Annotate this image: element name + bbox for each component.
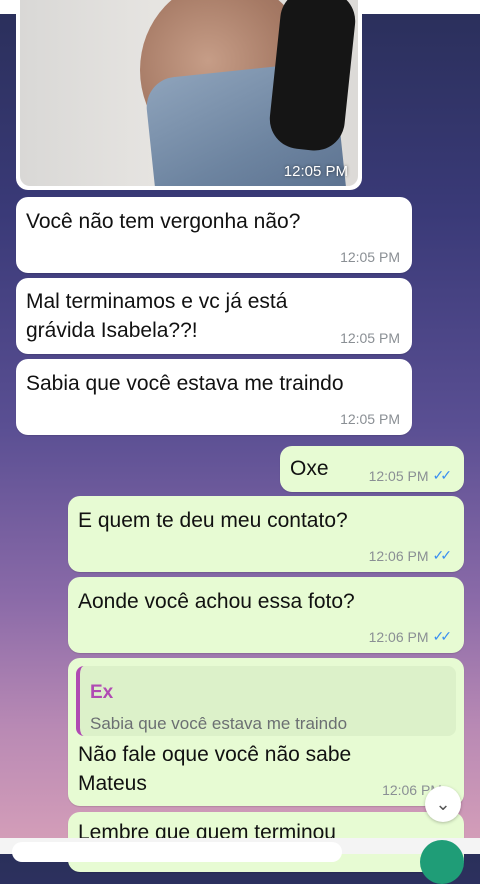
message-meta: 12:06 PM ✓✓ bbox=[368, 547, 453, 564]
message-input[interactable] bbox=[12, 842, 342, 862]
outgoing-message[interactable]: Aonde você achou essa foto? 12:06 PM ✓✓ bbox=[68, 577, 464, 653]
message-text: Oxe bbox=[290, 457, 329, 480]
double-chevron-down-icon[interactable]: ⌄ bbox=[425, 786, 461, 822]
message-line: Não fale oque você não sabe bbox=[78, 743, 352, 766]
message-time: 12:06 PM bbox=[368, 628, 429, 645]
outgoing-message[interactable]: E quem te deu meu contato? 12:06 PM ✓✓ bbox=[68, 496, 464, 572]
incoming-message[interactable]: Você não tem vergonha não? 12:05 PM bbox=[16, 197, 412, 273]
quoted-message[interactable]: Ex Sabia que você estava me traindo bbox=[76, 666, 456, 736]
incoming-photo-message[interactable]: 12:05 PM bbox=[16, 0, 362, 190]
outgoing-reply-message[interactable]: Ex Sabia que você estava me traindo Não … bbox=[68, 658, 464, 806]
message-meta: 12:06 PM ✓✓ bbox=[368, 628, 453, 645]
outgoing-message[interactable]: Oxe 12:05 PM ✓✓ bbox=[280, 446, 464, 492]
double-check-icon: ✓✓ bbox=[432, 628, 453, 644]
double-check-icon: ✓✓ bbox=[432, 547, 453, 563]
message-text: E quem te deu meu contato? bbox=[78, 509, 348, 532]
message-text: Você não tem vergonha não? bbox=[26, 210, 301, 233]
quoted-text: Sabia que você estava me traindo bbox=[90, 714, 348, 733]
message-text: Aonde você achou essa foto? bbox=[78, 590, 355, 613]
quoted-sender: Ex bbox=[90, 682, 114, 703]
message-time: 12:05 PM bbox=[340, 330, 400, 346]
incoming-message[interactable]: Sabia que você estava me traindo 12:05 P… bbox=[16, 359, 412, 435]
message-line: grávida Isabela??! bbox=[26, 319, 198, 342]
photo-sleeve bbox=[266, 0, 358, 154]
message-time: 12:05 PM bbox=[368, 467, 429, 484]
incoming-message[interactable]: Mal terminamos e vc já está grávida Isab… bbox=[16, 278, 412, 354]
message-text: Sabia que você estava me traindo bbox=[26, 372, 344, 395]
photo-attachment[interactable]: 12:05 PM bbox=[20, 0, 358, 186]
message-time: 12:05 PM bbox=[340, 249, 400, 265]
message-line: Mateus bbox=[78, 772, 147, 795]
message-text: Não fale oque você não sabe Mateus bbox=[78, 740, 351, 798]
message-time: 12:06 PM bbox=[368, 547, 429, 564]
message-meta: 12:05 PM ✓✓ bbox=[368, 467, 453, 484]
message-line: Mal terminamos e vc já está bbox=[26, 290, 288, 313]
double-check-icon: ✓✓ bbox=[432, 467, 453, 483]
mic-button[interactable] bbox=[420, 840, 464, 884]
message-time: 12:05 PM bbox=[283, 163, 348, 180]
message-time: 12:05 PM bbox=[340, 411, 400, 427]
message-text: Mal terminamos e vc já está grávida Isab… bbox=[26, 287, 287, 345]
